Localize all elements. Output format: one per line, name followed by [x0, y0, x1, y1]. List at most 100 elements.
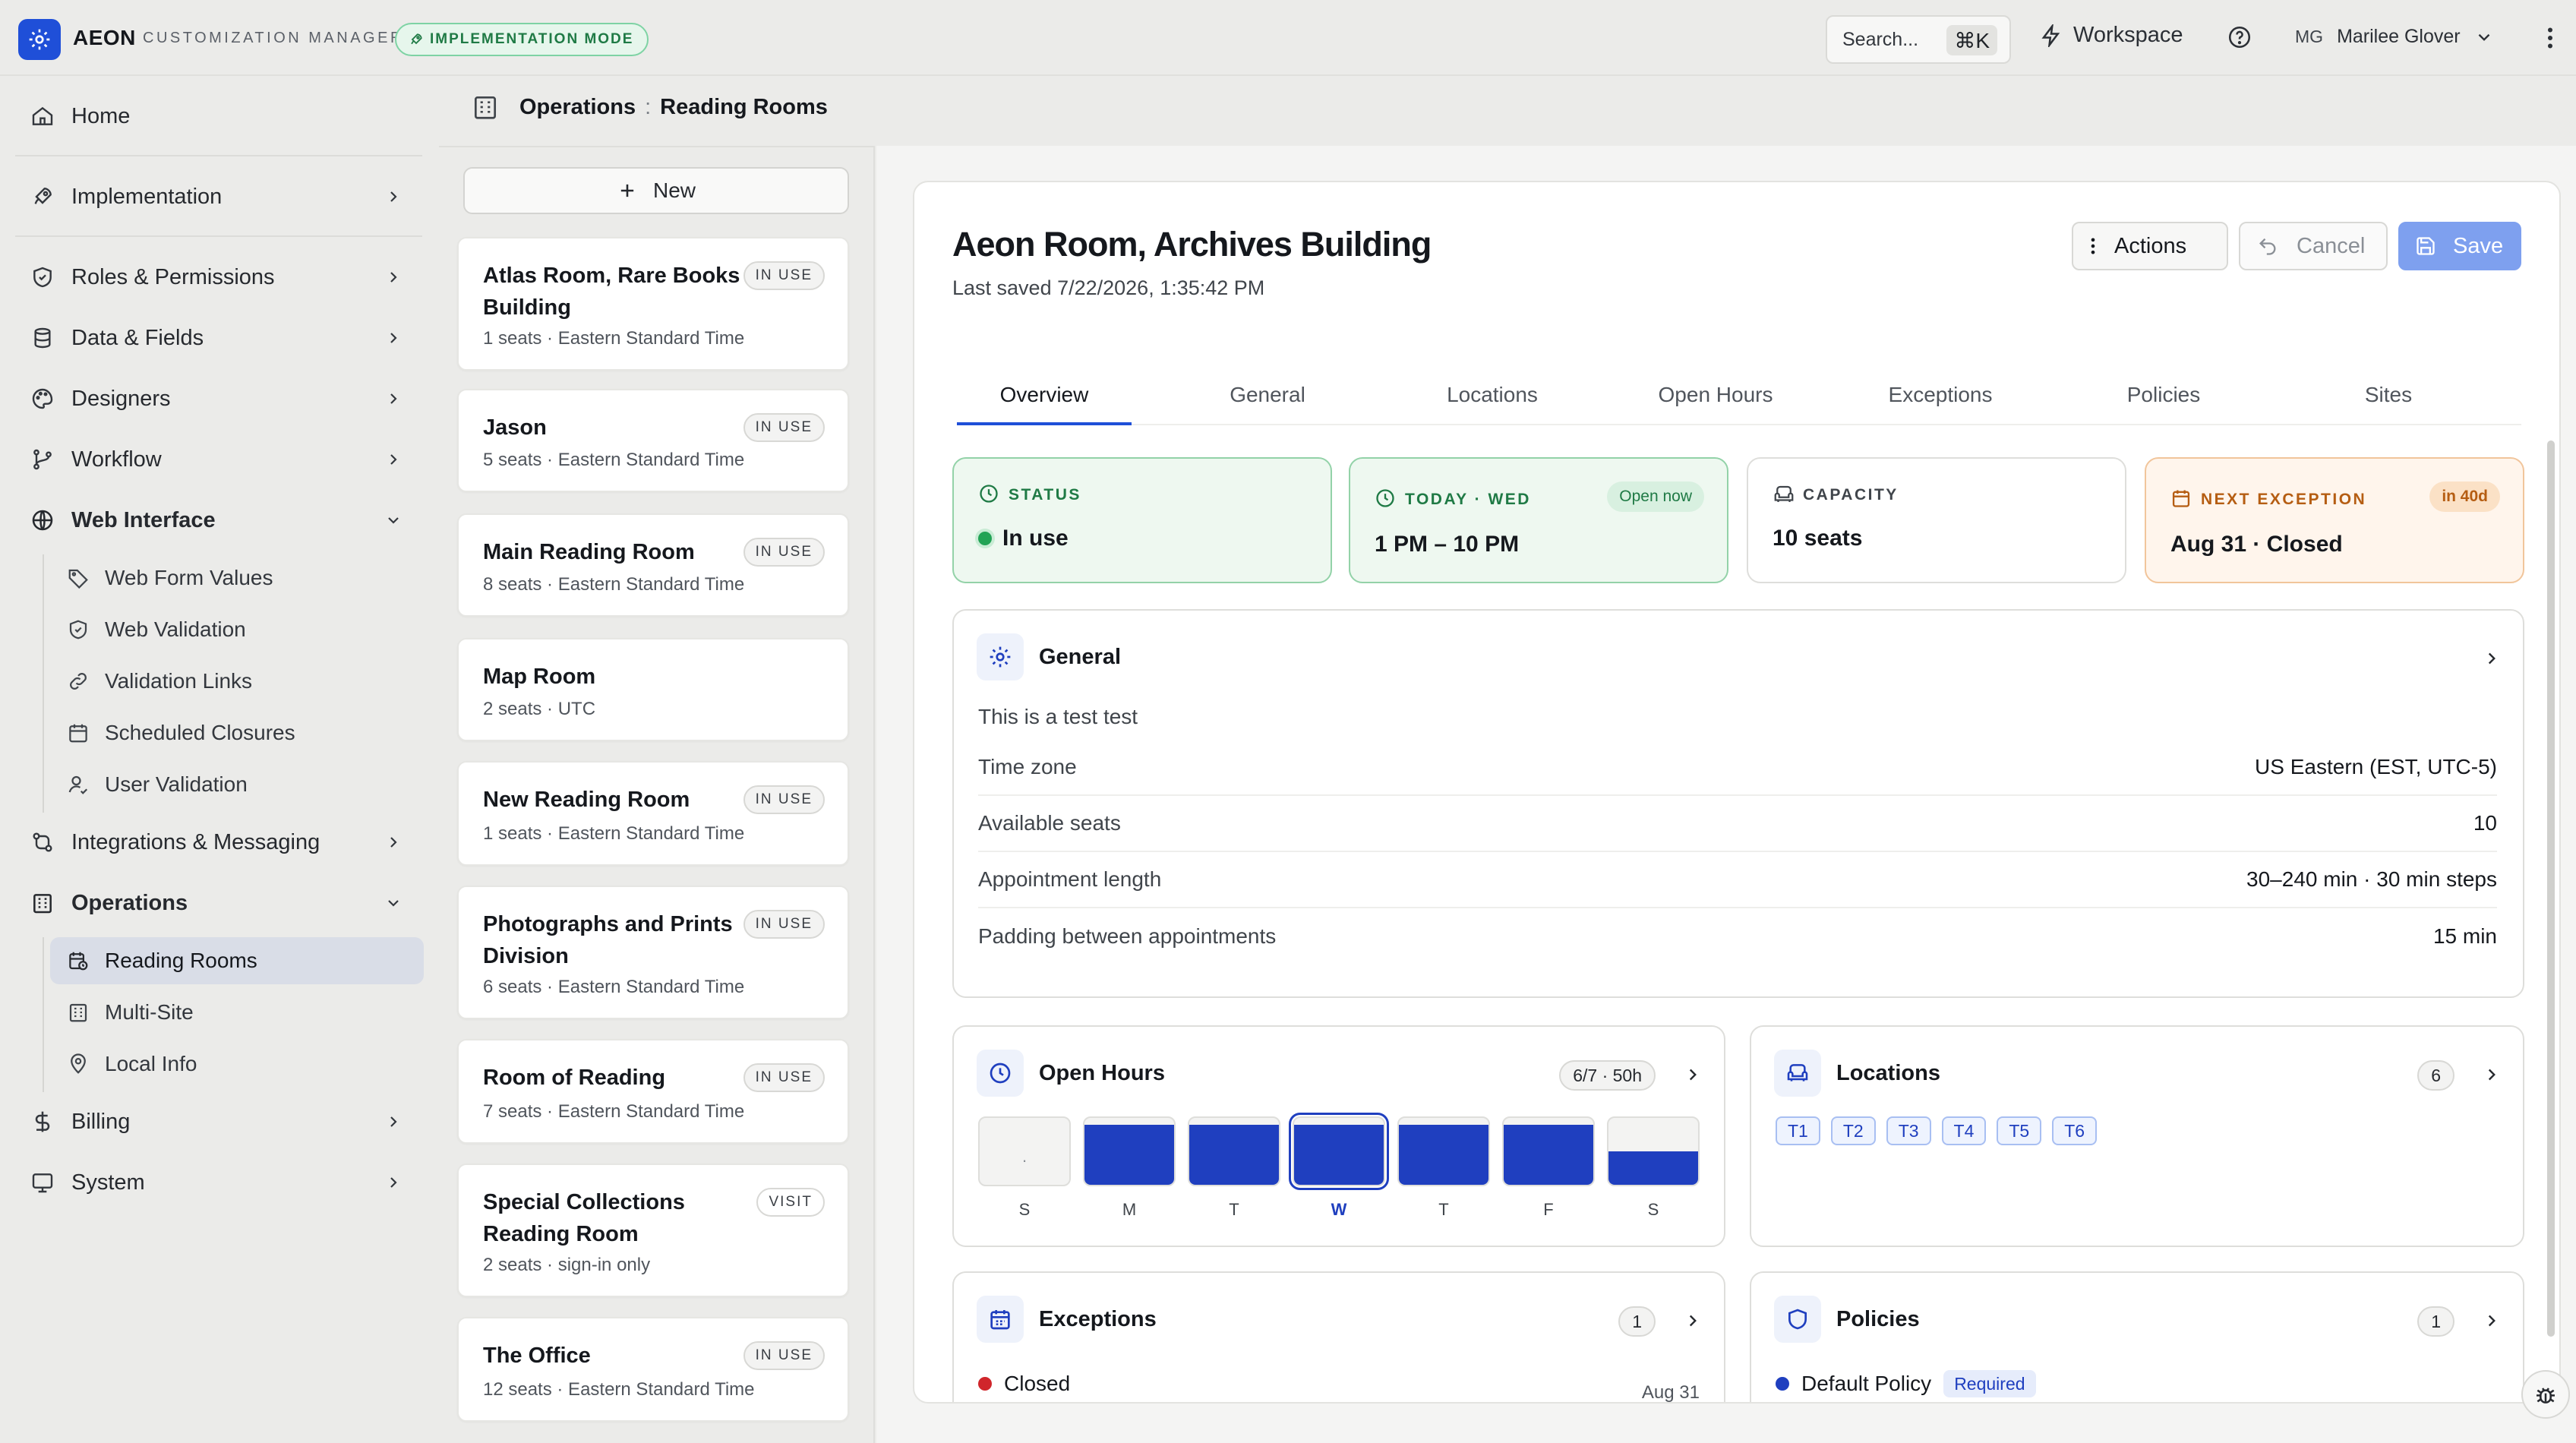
- day-bar[interactable]: [1502, 1116, 1595, 1186]
- sub-label: Web Validation: [105, 617, 246, 641]
- tab-overview[interactable]: Overview: [957, 383, 1132, 425]
- sub-reading-rooms[interactable]: Reading Rooms: [50, 937, 424, 984]
- detail-scrollbar[interactable]: [2547, 440, 2555, 1337]
- nav-system[interactable]: System: [15, 1157, 422, 1208]
- building-icon: [67, 1001, 90, 1024]
- exception-item[interactable]: Closed: [978, 1372, 1070, 1396]
- nav-billing[interactable]: Billing: [15, 1097, 422, 1147]
- chevron-right-icon[interactable]: [1683, 1065, 1703, 1085]
- sub-multi-site[interactable]: Multi-Site: [50, 989, 424, 1036]
- room-name: Map Room: [483, 665, 596, 689]
- status-badge: IN USE: [743, 413, 825, 442]
- row-value: 15 min: [2432, 924, 2497, 948]
- open-hours-panel[interactable]: Open Hours 6/7 · 50h . S M T W T F S: [952, 1025, 1725, 1247]
- row-value: 30–240 min · 30 min steps: [2246, 867, 2497, 891]
- tab-exceptions[interactable]: Exceptions: [1853, 383, 2028, 419]
- chevron-right-icon[interactable]: [2482, 1311, 2502, 1331]
- bug-report-icon[interactable]: [2521, 1370, 2570, 1419]
- nav-web-interface[interactable]: Web Interface: [15, 495, 422, 545]
- chevron-right-icon[interactable]: [2482, 649, 2502, 668]
- chevron-right-icon[interactable]: [1683, 1311, 1703, 1331]
- user-menu[interactable]: MG Marilee Glover: [2295, 26, 2494, 48]
- nav-roles-permissions[interactable]: Roles & Permissions: [15, 252, 422, 302]
- open-hours-title: Open Hours: [1039, 1060, 1165, 1085]
- chevron-right-icon: [384, 1173, 402, 1192]
- chevron-right-icon: [384, 1113, 402, 1131]
- breadcrumb-section[interactable]: Operations: [519, 95, 636, 120]
- exception-date: Aug 31: [1641, 1382, 1700, 1403]
- day-bar[interactable]: [1607, 1116, 1700, 1186]
- sidebar: Home Implementation Roles & Permissions …: [0, 76, 437, 1443]
- location-chip[interactable]: T5: [1997, 1116, 2042, 1145]
- new-room-button[interactable]: New: [463, 167, 849, 214]
- location-chip[interactable]: T6: [2052, 1116, 2098, 1145]
- exceptions-panel[interactable]: Exceptions 1 Closed Aug 31: [952, 1271, 1725, 1403]
- chevron-down-icon: [384, 894, 402, 912]
- room-card[interactable]: New Reading Room IN USE 1 seats · Easter…: [457, 761, 849, 866]
- room-card[interactable]: Atlas Room, Rare Books Building IN USE 1…: [457, 237, 849, 371]
- general-panel[interactable]: General This is a test test Time zone US…: [952, 609, 2524, 998]
- location-chip[interactable]: T3: [1886, 1116, 1931, 1145]
- sub-web-form-values[interactable]: Web Form Values: [50, 554, 424, 602]
- locations-panel[interactable]: Locations 6 T1 T2 T3 T4 T5 T6: [1750, 1025, 2524, 1247]
- room-card[interactable]: Room of Reading IN USE 7 seats · Eastern…: [457, 1039, 849, 1144]
- nav-data-fields[interactable]: Data & Fields: [15, 313, 422, 363]
- day-bar[interactable]: [1083, 1116, 1176, 1186]
- search-shortcut: ⌘K: [1946, 25, 1997, 55]
- workspace-button[interactable]: Workspace: [2040, 23, 2183, 48]
- room-card[interactable]: Jason IN USE 5 seats · Eastern Standard …: [457, 389, 849, 492]
- save-button[interactable]: Save: [2398, 222, 2521, 270]
- sub-user-validation[interactable]: User Validation: [50, 761, 424, 808]
- chevron-down-icon: [384, 511, 402, 529]
- sub-scheduled-closures[interactable]: Scheduled Closures: [50, 709, 424, 756]
- app-logo-icon[interactable]: [18, 19, 61, 60]
- room-card[interactable]: Special Collections Reading Room VISIT 2…: [457, 1164, 849, 1297]
- sub-web-validation[interactable]: Web Validation: [50, 606, 424, 653]
- location-chip[interactable]: T2: [1830, 1116, 1876, 1145]
- chevron-right-icon: [384, 268, 402, 286]
- day-bar[interactable]: [1188, 1116, 1280, 1186]
- day-label: T: [1229, 1200, 1239, 1219]
- tab-sites[interactable]: Sites: [2301, 383, 2476, 419]
- clock-icon: [977, 1050, 1024, 1097]
- nav-data-label: Data & Fields: [71, 325, 204, 350]
- room-card[interactable]: Map Room 2 seats · UTC: [457, 638, 849, 741]
- chevron-right-icon[interactable]: [2482, 1065, 2502, 1085]
- sub-validation-links[interactable]: Validation Links: [50, 658, 424, 705]
- help-icon[interactable]: [2227, 24, 2252, 50]
- policy-item[interactable]: Default Policy Required: [1776, 1370, 2036, 1397]
- room-card[interactable]: Photographs and Prints Division IN USE 6…: [457, 886, 849, 1019]
- nav-workflow[interactable]: Workflow: [15, 434, 422, 485]
- tab-general[interactable]: General: [1180, 383, 1355, 419]
- day-bar[interactable]: [1289, 1113, 1389, 1190]
- closed-mark: .: [1021, 1147, 1028, 1166]
- cancel-button[interactable]: Cancel: [2239, 222, 2388, 270]
- tab-policies[interactable]: Policies: [2076, 383, 2251, 419]
- room-card[interactable]: The Office IN USE 12 seats · Eastern Sta…: [457, 1317, 849, 1422]
- global-search[interactable]: Search... ⌘K: [1826, 15, 2011, 64]
- tab-locations[interactable]: Locations: [1405, 383, 1580, 419]
- shield-icon: [1774, 1296, 1821, 1343]
- nav-designers[interactable]: Designers: [15, 374, 422, 424]
- tree-line: [43, 937, 44, 1092]
- day-bar[interactable]: .: [978, 1116, 1071, 1186]
- more-menu-icon[interactable]: [2546, 24, 2555, 52]
- sub-local-info[interactable]: Local Info: [50, 1040, 424, 1088]
- status-label: STATUS: [1009, 486, 1081, 504]
- nav-integrations-messaging[interactable]: Integrations & Messaging: [15, 817, 422, 867]
- nav-home[interactable]: Home: [15, 91, 422, 141]
- row-key: Available seats: [978, 811, 1121, 835]
- nav-operations[interactable]: Operations: [15, 878, 422, 928]
- day-bar[interactable]: [1397, 1116, 1490, 1186]
- location-chip[interactable]: T1: [1776, 1116, 1820, 1145]
- mode-label: IMPLEMENTATION MODE: [430, 31, 634, 47]
- visit-badge: VISIT: [756, 1188, 825, 1217]
- tab-open-hours[interactable]: Open Hours: [1628, 383, 1803, 419]
- policies-panel[interactable]: Policies 1 Default Policy Required: [1750, 1271, 2524, 1402]
- room-card[interactable]: Main Reading Room IN USE 8 seats · Easte…: [457, 513, 849, 617]
- location-chip[interactable]: T4: [1941, 1116, 1987, 1145]
- row-value: 10: [2473, 811, 2497, 835]
- actions-button[interactable]: Actions: [2072, 222, 2228, 270]
- nav-implementation[interactable]: Implementation: [15, 172, 422, 222]
- chevron-right-icon: [384, 390, 402, 408]
